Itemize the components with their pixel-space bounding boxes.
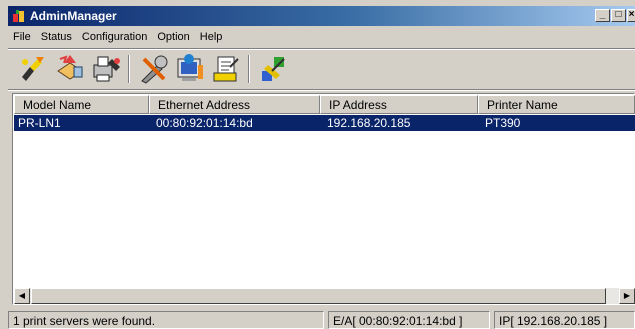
search-printers-icon[interactable]	[16, 53, 48, 85]
menu-bar: File Status Configuration Option Help	[8, 29, 227, 47]
column-header-ethernet-address[interactable]: Ethernet Address	[149, 95, 320, 114]
scroll-left-icon[interactable]: ◀	[14, 288, 30, 304]
menu-configuration[interactable]: Configuration	[77, 29, 152, 43]
status-bar: 1 print servers were found. E/A[ 00:80:9…	[8, 309, 635, 329]
horizontal-scrollbar[interactable]: ◀ ▶	[14, 288, 635, 304]
window-title: AdminManager	[30, 9, 117, 23]
list-header: Model Name Ethernet Address IP Address P…	[14, 95, 635, 114]
scrollbar-thumb[interactable]	[31, 288, 606, 304]
menu-help[interactable]: Help	[195, 29, 228, 43]
toolbar-separator	[128, 55, 130, 83]
scroll-right-icon[interactable]: ▶	[619, 288, 635, 304]
menu-status[interactable]: Status	[36, 29, 77, 43]
cell-ip-address: 192.168.20.185	[327, 116, 411, 130]
monitor-settings-icon[interactable]	[174, 53, 206, 85]
color-settings-icon[interactable]	[258, 53, 290, 85]
close-button[interactable]: ×	[627, 9, 635, 22]
status-message: 1 print servers were found.	[8, 311, 324, 329]
menu-option[interactable]: Option	[152, 29, 194, 43]
admin-manager-window: AdminManager _ □ × File Status Configurati…	[0, 0, 635, 329]
menu-file[interactable]: File	[8, 29, 36, 43]
printer-list[interactable]: Model Name Ethernet Address IP Address P…	[12, 93, 635, 305]
printer-edit-icon[interactable]	[210, 53, 242, 85]
status-ip-address: IP[ 192.168.20.185 ]	[494, 311, 635, 329]
maximize-button[interactable]: □	[611, 9, 626, 22]
cell-model-name: PR-LN1	[18, 116, 61, 130]
toolbar-separator	[248, 55, 250, 83]
title-bar[interactable]: AdminManager _ □ ×	[8, 6, 635, 26]
tools-icon[interactable]	[138, 53, 170, 85]
cell-printer-name: PT390	[485, 116, 521, 130]
minimize-button[interactable]: _	[595, 9, 610, 22]
cell-ethernet-address: 00:80:92:01:14:bd	[156, 116, 253, 130]
column-header-ip-address[interactable]: IP Address	[320, 95, 478, 114]
status-ethernet-address: E/A[ 00:80:92:01:14:bd ]	[328, 311, 490, 329]
printer-settings-icon[interactable]	[90, 53, 122, 85]
column-header-printer-name[interactable]: Printer Name	[478, 95, 635, 114]
toolbar-divider	[8, 89, 635, 91]
table-row[interactable]: PR-LN1 00:80:92:01:14:bd 192.168.20.185 …	[14, 115, 635, 131]
column-header-model-name[interactable]: Model Name	[14, 95, 149, 114]
menu-divider	[8, 48, 635, 50]
app-icon	[13, 10, 24, 22]
network-config-icon[interactable]	[54, 53, 86, 85]
